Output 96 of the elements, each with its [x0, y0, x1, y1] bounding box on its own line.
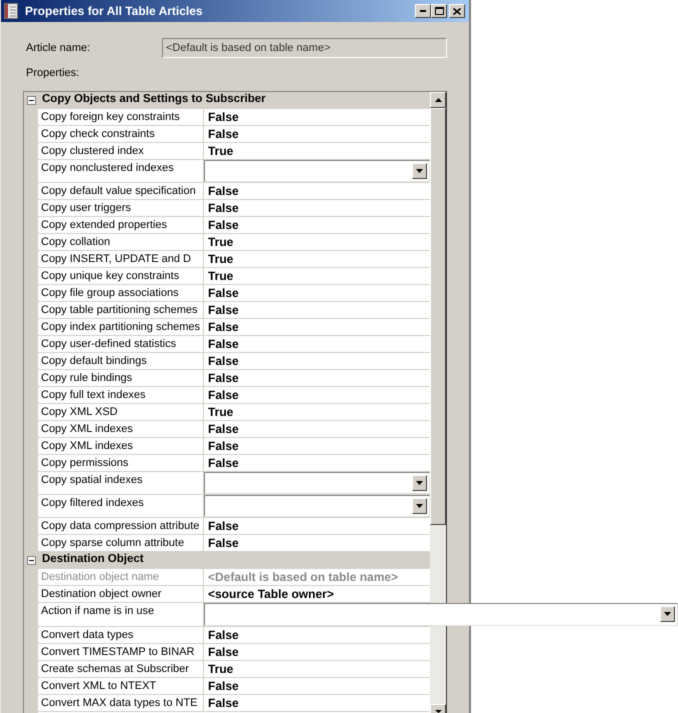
property-name: Copy extended properties	[38, 216, 204, 234]
article-name-label: Article name:	[26, 40, 90, 56]
dropdown-arrow-button[interactable]	[660, 606, 675, 622]
property-value[interactable]: False	[204, 644, 430, 660]
property-name: Copy index partitioning schemes	[38, 318, 204, 336]
category-title: Copy Objects and Settings to Subscriber	[42, 92, 266, 108]
caret-icon	[416, 480, 423, 484]
property-value[interactable]: <source Table owner>	[204, 586, 430, 602]
property-value[interactable]: False	[204, 216, 430, 234]
property-name: Create schemas at Subscriber	[38, 660, 204, 678]
property-value[interactable]: False	[204, 518, 430, 534]
property-value[interactable]: False	[204, 678, 430, 694]
dropdown-field[interactable]	[204, 602, 678, 626]
caret-icon	[664, 612, 671, 616]
property-name: Copy clustered index	[38, 142, 204, 160]
property-value[interactable]: True	[204, 660, 430, 678]
property-name: Copy filtered indexes	[38, 494, 204, 518]
property-value[interactable]: False	[204, 438, 430, 454]
property-name: Destination object name	[38, 568, 204, 586]
property-name: Copy rule bindings	[38, 370, 204, 386]
property-name: Copy unique key constraints	[38, 268, 204, 284]
property-name: Copy INSERT, UPDATE and D	[38, 250, 204, 268]
property-name: Copy XML indexes	[38, 420, 204, 438]
scrollbar-thumb[interactable]	[430, 108, 446, 524]
property-name: Copy file group associations	[38, 284, 204, 302]
document-icon	[4, 3, 18, 19]
property-value[interactable]: True	[204, 142, 430, 160]
scrollbar[interactable]	[430, 92, 446, 713]
property-name: Copy spatial indexes	[38, 472, 204, 494]
property-name: Destination object owner	[38, 586, 204, 602]
property-value[interactable]: False	[204, 318, 430, 336]
minimize-button[interactable]	[415, 4, 431, 18]
property-name: Copy data compression attribute	[38, 518, 204, 534]
category-header[interactable]: Copy Objects and Settings to Subscriber	[24, 92, 430, 108]
collapse-icon[interactable]	[27, 96, 36, 104]
property-value[interactable]: True	[204, 404, 430, 420]
property-name: Convert MAX data types to NTE	[38, 694, 204, 712]
scroll-up-button[interactable]	[430, 92, 446, 108]
collapse-icon[interactable]	[27, 556, 36, 564]
minimize-icon	[420, 10, 426, 12]
property-value[interactable]: False	[204, 200, 430, 216]
property-name: Copy full text indexes	[38, 386, 204, 404]
up-arrow-icon	[434, 98, 442, 102]
property-name: Copy collation	[38, 234, 204, 250]
property-value[interactable]: False	[204, 370, 430, 386]
property-name: Copy XML indexes	[38, 438, 204, 454]
dropdown-arrow-button[interactable]	[412, 498, 427, 514]
property-name: Action if name is in use	[38, 602, 204, 626]
property-name: Copy default bindings	[38, 352, 204, 370]
property-name: Copy nonclustered indexes	[38, 160, 204, 182]
dropdown-arrow-button[interactable]	[412, 162, 427, 178]
property-name: Convert TIMESTAMP to BINAR	[38, 644, 204, 660]
property-name: Convert XML to NTEXT	[38, 678, 204, 694]
property-value[interactable]: False	[204, 284, 430, 302]
property-value[interactable]: True	[204, 250, 430, 268]
property-value[interactable]: False	[204, 182, 430, 200]
property-value[interactable]: False	[204, 336, 430, 352]
property-name: Copy foreign key constraints	[38, 108, 204, 126]
property-name: Copy check constraints	[38, 126, 204, 142]
caret-icon	[416, 504, 423, 508]
property-name: Copy permissions	[38, 454, 204, 472]
property-value[interactable]: False	[204, 386, 430, 404]
down-arrow-icon	[434, 710, 442, 713]
close-icon	[453, 8, 461, 14]
property-value[interactable]: False	[204, 534, 430, 552]
property-value[interactable]: False	[204, 302, 430, 318]
property-value[interactable]: False	[204, 420, 430, 438]
dropdown-arrow-button[interactable]	[412, 474, 427, 490]
property-name: Convert data types	[38, 626, 204, 644]
property-value[interactable]: False	[204, 694, 430, 712]
category-header[interactable]: Destination Object	[24, 552, 430, 568]
property-value[interactable]: False	[204, 352, 430, 370]
property-name: Copy table partitioning schemes	[38, 302, 204, 318]
property-value[interactable]: False	[204, 108, 430, 126]
dropdown-field[interactable]	[204, 494, 430, 516]
scroll-down-button[interactable]	[430, 704, 446, 713]
property-name: Copy default value specification	[38, 182, 204, 200]
property-value: <Default is based on table name>	[204, 568, 430, 586]
property-value[interactable]: False	[204, 454, 430, 472]
window-title: Properties for All Table Articles	[25, 3, 203, 20]
close-button[interactable]	[449, 4, 465, 18]
maximize-button[interactable]	[431, 4, 447, 18]
caret-icon	[416, 168, 423, 172]
dropdown-field[interactable]	[204, 160, 430, 182]
dropdown-field[interactable]	[204, 472, 430, 494]
property-name: Copy user triggers	[38, 200, 204, 216]
property-value[interactable]: False	[204, 626, 430, 644]
maximize-icon	[434, 7, 444, 15]
property-name: Copy sparse column attribute	[38, 534, 204, 552]
property-value[interactable]: False	[204, 126, 430, 142]
property-name: Copy user-defined statistics	[38, 336, 204, 352]
property-value[interactable]: True	[204, 268, 430, 284]
property-name: Copy XML XSD	[38, 404, 204, 420]
category-title: Destination Object	[42, 552, 144, 568]
property-value[interactable]: True	[204, 234, 430, 250]
properties-label: Properties:	[26, 66, 80, 81]
